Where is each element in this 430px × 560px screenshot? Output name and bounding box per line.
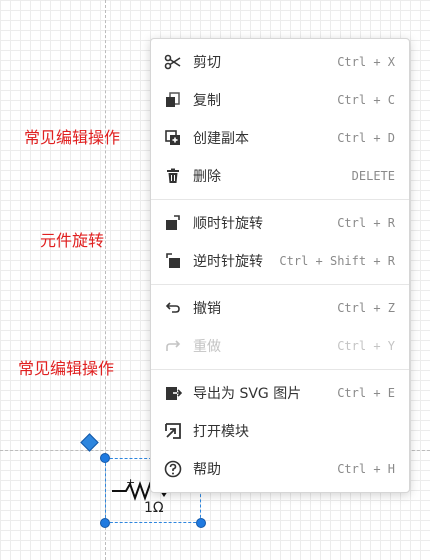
- menu-item-undo[interactable]: 撤销 Ctrl + Z: [151, 289, 409, 327]
- redo-icon: [163, 336, 183, 356]
- menu-item-shortcut: DELETE: [351, 169, 395, 183]
- menu-item-shortcut: Ctrl + D: [337, 131, 395, 145]
- menu-item-copy[interactable]: 复制 Ctrl + C: [151, 81, 409, 119]
- open-module-icon: [163, 421, 183, 441]
- resize-handle-bottom-left[interactable]: [100, 518, 110, 528]
- menu-item-shortcut: Ctrl + E: [337, 386, 395, 400]
- menu-item-help[interactable]: 帮助 Ctrl + H: [151, 450, 409, 488]
- menu-separator: [151, 369, 409, 370]
- menu-item-label: 顺时针旋转: [193, 216, 263, 232]
- menu-item-open-module[interactable]: 打开模块: [151, 412, 409, 450]
- help-icon: [163, 459, 183, 479]
- menu-separator: [151, 199, 409, 200]
- annotation-rotation: 元件旋转: [40, 231, 105, 250]
- menu-item-shortcut: Ctrl + Y: [337, 339, 395, 353]
- annotation-edit-ops-1: 常见编辑操作: [24, 128, 121, 147]
- context-menu: 剪切 Ctrl + X 复制 Ctrl + C 创建副本 Ctrl + D 删除 DELETE…: [150, 38, 410, 493]
- menu-item-label: 导出为 SVG 图片: [193, 386, 302, 402]
- menu-item-label: 逆时针旋转: [193, 254, 263, 270]
- scissors-icon: [163, 52, 183, 72]
- menu-item-redo: 重做 Ctrl + Y: [151, 327, 409, 365]
- menu-item-shortcut: Ctrl + H: [337, 462, 395, 476]
- export-icon: [163, 383, 183, 403]
- menu-item-shortcut: Ctrl + Shift + R: [279, 254, 395, 268]
- rotate-handle[interactable]: [80, 433, 99, 452]
- trash-icon: [163, 166, 183, 186]
- menu-item-label: 删除: [193, 169, 221, 185]
- menu-item-rotate-clockwise[interactable]: 顺时针旋转 Ctrl + R: [151, 204, 409, 242]
- menu-item-shortcut: Ctrl + R: [337, 216, 395, 230]
- rotate-counterclockwise-icon: [163, 251, 183, 271]
- menu-item-label: 复制: [193, 93, 221, 109]
- menu-separator: [151, 284, 409, 285]
- menu-item-label: 重做: [193, 339, 221, 355]
- menu-item-label: 剪切: [193, 55, 221, 71]
- duplicate-icon: [163, 128, 183, 148]
- menu-item-scissors[interactable]: 剪切 Ctrl + X: [151, 43, 409, 81]
- menu-item-label: 打开模块: [193, 424, 249, 440]
- menu-item-shortcut: Ctrl + C: [337, 93, 395, 107]
- resistor-value-label: 1Ω: [144, 500, 164, 516]
- menu-item-label: 撤销: [193, 301, 221, 317]
- resize-handle-bottom-right[interactable]: [196, 518, 206, 528]
- menu-item-label: 创建副本: [193, 131, 249, 147]
- menu-item-export[interactable]: 导出为 SVG 图片 Ctrl + E: [151, 374, 409, 412]
- menu-item-label: 帮助: [193, 462, 221, 478]
- annotation-edit-ops-2: 常见编辑操作: [18, 359, 115, 378]
- undo-icon: [163, 298, 183, 318]
- menu-item-shortcut: Ctrl + X: [337, 55, 395, 69]
- rotate-clockwise-icon: [163, 213, 183, 233]
- menu-item-duplicate[interactable]: 创建副本 Ctrl + D: [151, 119, 409, 157]
- menu-item-rotate-counterclockwise[interactable]: 逆时针旋转 Ctrl + Shift + R: [151, 242, 409, 280]
- menu-item-shortcut: Ctrl + Z: [337, 301, 395, 315]
- resize-handle-top-left[interactable]: [100, 453, 110, 463]
- menu-item-trash[interactable]: 删除 DELETE: [151, 157, 409, 195]
- copy-icon: [163, 90, 183, 110]
